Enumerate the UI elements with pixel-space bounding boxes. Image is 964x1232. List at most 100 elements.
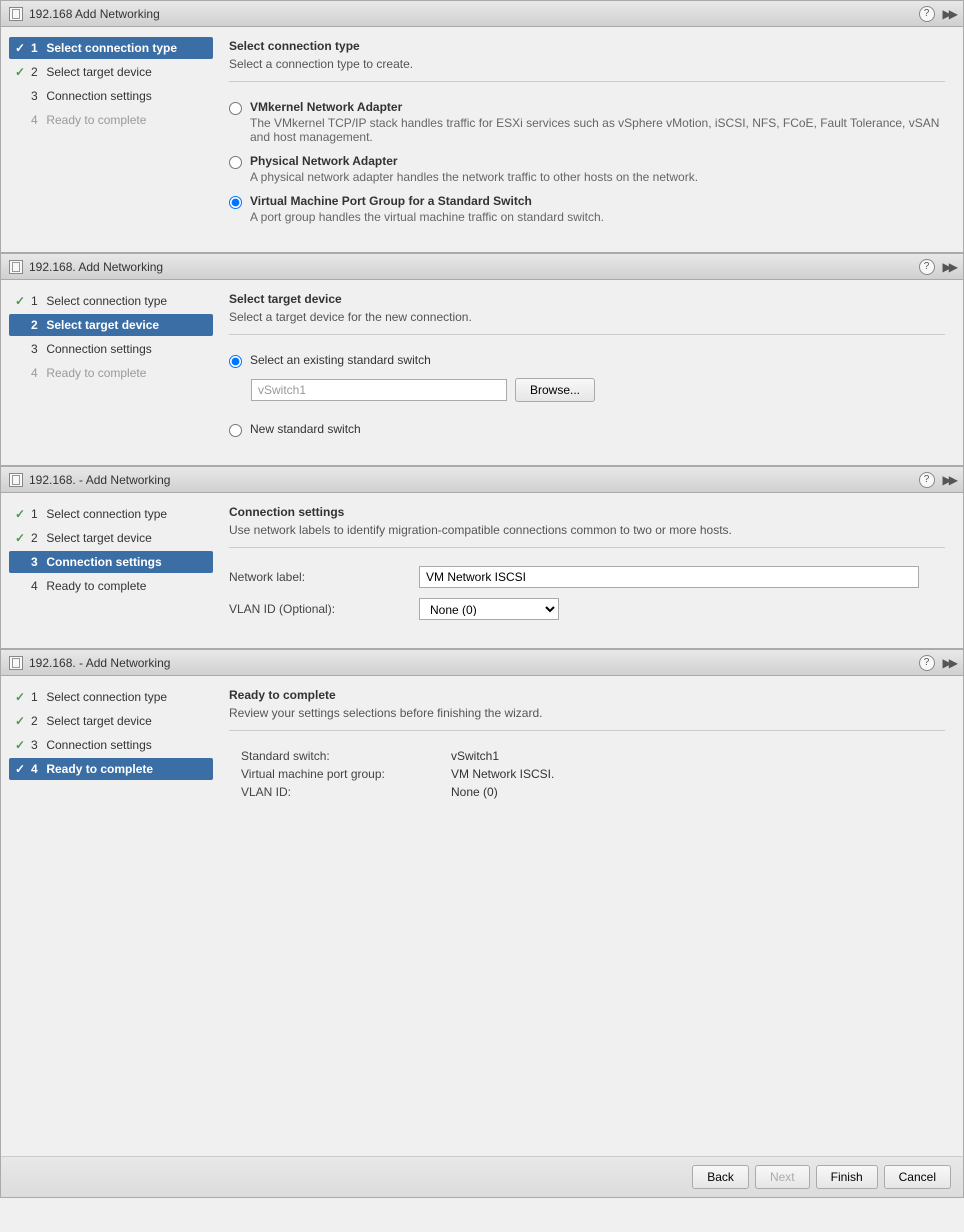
step-4[interactable]: 4 Ready to complete (9, 575, 213, 597)
step-3[interactable]: 3 Connection settings (9, 551, 213, 573)
browse-button[interactable]: Browse... (515, 378, 595, 402)
check-icon: ✓ (15, 41, 31, 55)
step-1[interactable]: ✓ 1 Select connection type (9, 686, 213, 708)
check-icon: ✓ (15, 762, 31, 776)
radio-desc: The VMkernel TCP/IP stack handles traffi… (250, 116, 945, 144)
summary-value: vSwitch1 (451, 749, 499, 763)
content-subtitle: Select a connection type to create. (229, 57, 945, 71)
window-title: 192.168. Add Networking (29, 260, 163, 274)
titlebar: 192.168. - Add Networking ? ▶▶ (1, 650, 963, 676)
step-2[interactable]: ✓ 2 Select target device (9, 527, 213, 549)
next-button: Next (755, 1165, 810, 1189)
wizard-sidebar: ✓ 1 Select connection type 2 Select targ… (1, 280, 221, 465)
radio-input[interactable] (229, 196, 242, 209)
summary-label: Virtual machine port group: (241, 767, 451, 781)
step-4[interactable]: ✓ 4 Ready to complete (9, 758, 213, 780)
check-icon: ✓ (15, 738, 31, 752)
step-1[interactable]: ✓ 1 Select connection type (9, 503, 213, 525)
radio-desc: A physical network adapter handles the n… (250, 170, 698, 184)
divider (229, 547, 945, 548)
step-1[interactable]: ✓ 1 Select connection type (9, 290, 213, 312)
step-2[interactable]: ✓ 2 Select target device (9, 710, 213, 732)
help-icon[interactable]: ? (919, 6, 935, 22)
content-header: Select connection type (229, 39, 945, 53)
radio-title: New standard switch (250, 422, 361, 436)
help-icon[interactable]: ? (919, 655, 935, 671)
divider (229, 334, 945, 335)
divider (229, 81, 945, 82)
wizard-footer: Back Next Finish Cancel (1, 1156, 963, 1197)
radio-physical[interactable]: Physical Network Adapter A physical netw… (229, 154, 945, 184)
radio-title: Select an existing standard switch (250, 353, 431, 367)
network-label-label: Network label: (229, 570, 419, 584)
wizard-content: Select connection type Select a connecti… (221, 27, 963, 252)
radio-vmkernel[interactable]: VMkernel Network Adapter The VMkernel TC… (229, 100, 945, 144)
wizard-sidebar: ✓ 1 Select connection type ✓ 2 Select ta… (1, 27, 221, 252)
step-4: 4 Ready to complete (9, 109, 213, 131)
step-3[interactable]: 3 Connection settings (9, 85, 213, 107)
wizard-panel-4: 192.168. - Add Networking ? ▶▶ ✓ 1 Selec… (0, 649, 964, 1198)
host-icon (9, 473, 23, 487)
wizard-content: Ready to complete Review your settings s… (221, 676, 963, 1156)
content-header: Ready to complete (229, 688, 945, 702)
radio-input[interactable] (229, 355, 242, 368)
summary-value: VM Network ISCSI. (451, 767, 554, 781)
radio-new-switch[interactable]: New standard switch (229, 422, 945, 437)
wizard-sidebar: ✓ 1 Select connection type ✓ 2 Select ta… (1, 676, 221, 1156)
radio-title: Virtual Machine Port Group for a Standar… (250, 194, 604, 208)
check-icon: ✓ (15, 65, 31, 79)
window-title: 192.168. - Add Networking (29, 473, 170, 487)
step-2[interactable]: 2 Select target device (9, 314, 213, 336)
network-label-input[interactable] (419, 566, 919, 588)
summary-label: VLAN ID: (241, 785, 451, 799)
wizard-content: Connection settings Use network labels t… (221, 493, 963, 648)
switch-name-input (251, 379, 507, 401)
wizard-sidebar: ✓ 1 Select connection type ✓ 2 Select ta… (1, 493, 221, 648)
window-title: 192.168. - Add Networking (29, 656, 170, 670)
vlan-id-select[interactable]: None (0) (419, 598, 559, 620)
summary-label: Standard switch: (241, 749, 451, 763)
window-title: 192.168 Add Networking (29, 7, 160, 21)
host-icon (9, 656, 23, 670)
step-3[interactable]: ✓ 3 Connection settings (9, 734, 213, 756)
radio-input[interactable] (229, 102, 242, 115)
radio-title: Physical Network Adapter (250, 154, 698, 168)
radio-desc: A port group handles the virtual machine… (250, 210, 604, 224)
titlebar: 192.168 Add Networking ? ▶▶ (1, 1, 963, 27)
content-subtitle: Select a target device for the new conne… (229, 310, 945, 324)
collapse-icon[interactable]: ▶▶ (943, 260, 955, 274)
radio-existing-switch[interactable]: Select an existing standard switch (229, 353, 945, 368)
summary-row: Virtual machine port group: VM Network I… (241, 767, 945, 781)
collapse-icon[interactable]: ▶▶ (943, 473, 955, 487)
summary-row: Standard switch: vSwitch1 (241, 749, 945, 763)
radio-input[interactable] (229, 424, 242, 437)
back-button[interactable]: Back (692, 1165, 749, 1189)
step-2[interactable]: ✓ 2 Select target device (9, 61, 213, 83)
check-icon: ✓ (15, 531, 31, 545)
wizard-panel-3: 192.168. - Add Networking ? ▶▶ ✓ 1 Selec… (0, 466, 964, 649)
titlebar: 192.168. Add Networking ? ▶▶ (1, 254, 963, 280)
help-icon[interactable]: ? (919, 259, 935, 275)
vlan-id-label: VLAN ID (Optional): (229, 602, 419, 616)
radio-input[interactable] (229, 156, 242, 169)
host-icon (9, 260, 23, 274)
step-4: 4 Ready to complete (9, 362, 213, 384)
check-icon: ✓ (15, 714, 31, 728)
finish-button[interactable]: Finish (816, 1165, 878, 1189)
check-icon: ✓ (15, 294, 31, 308)
summary-value: None (0) (451, 785, 498, 799)
cancel-button[interactable]: Cancel (884, 1165, 951, 1189)
radio-title: VMkernel Network Adapter (250, 100, 945, 114)
content-header: Select target device (229, 292, 945, 306)
wizard-panel-1: 192.168 Add Networking ? ▶▶ ✓ 1 Select c… (0, 0, 964, 253)
radio-vm-portgroup[interactable]: Virtual Machine Port Group for a Standar… (229, 194, 945, 224)
collapse-icon[interactable]: ▶▶ (943, 656, 955, 670)
collapse-icon[interactable]: ▶▶ (943, 7, 955, 21)
titlebar: 192.168. - Add Networking ? ▶▶ (1, 467, 963, 493)
help-icon[interactable]: ? (919, 472, 935, 488)
content-header: Connection settings (229, 505, 945, 519)
step-3[interactable]: 3 Connection settings (9, 338, 213, 360)
step-1[interactable]: ✓ 1 Select connection type (9, 37, 213, 59)
content-subtitle: Use network labels to identify migration… (229, 523, 945, 537)
wizard-panel-2: 192.168. Add Networking ? ▶▶ ✓ 1 Select … (0, 253, 964, 466)
